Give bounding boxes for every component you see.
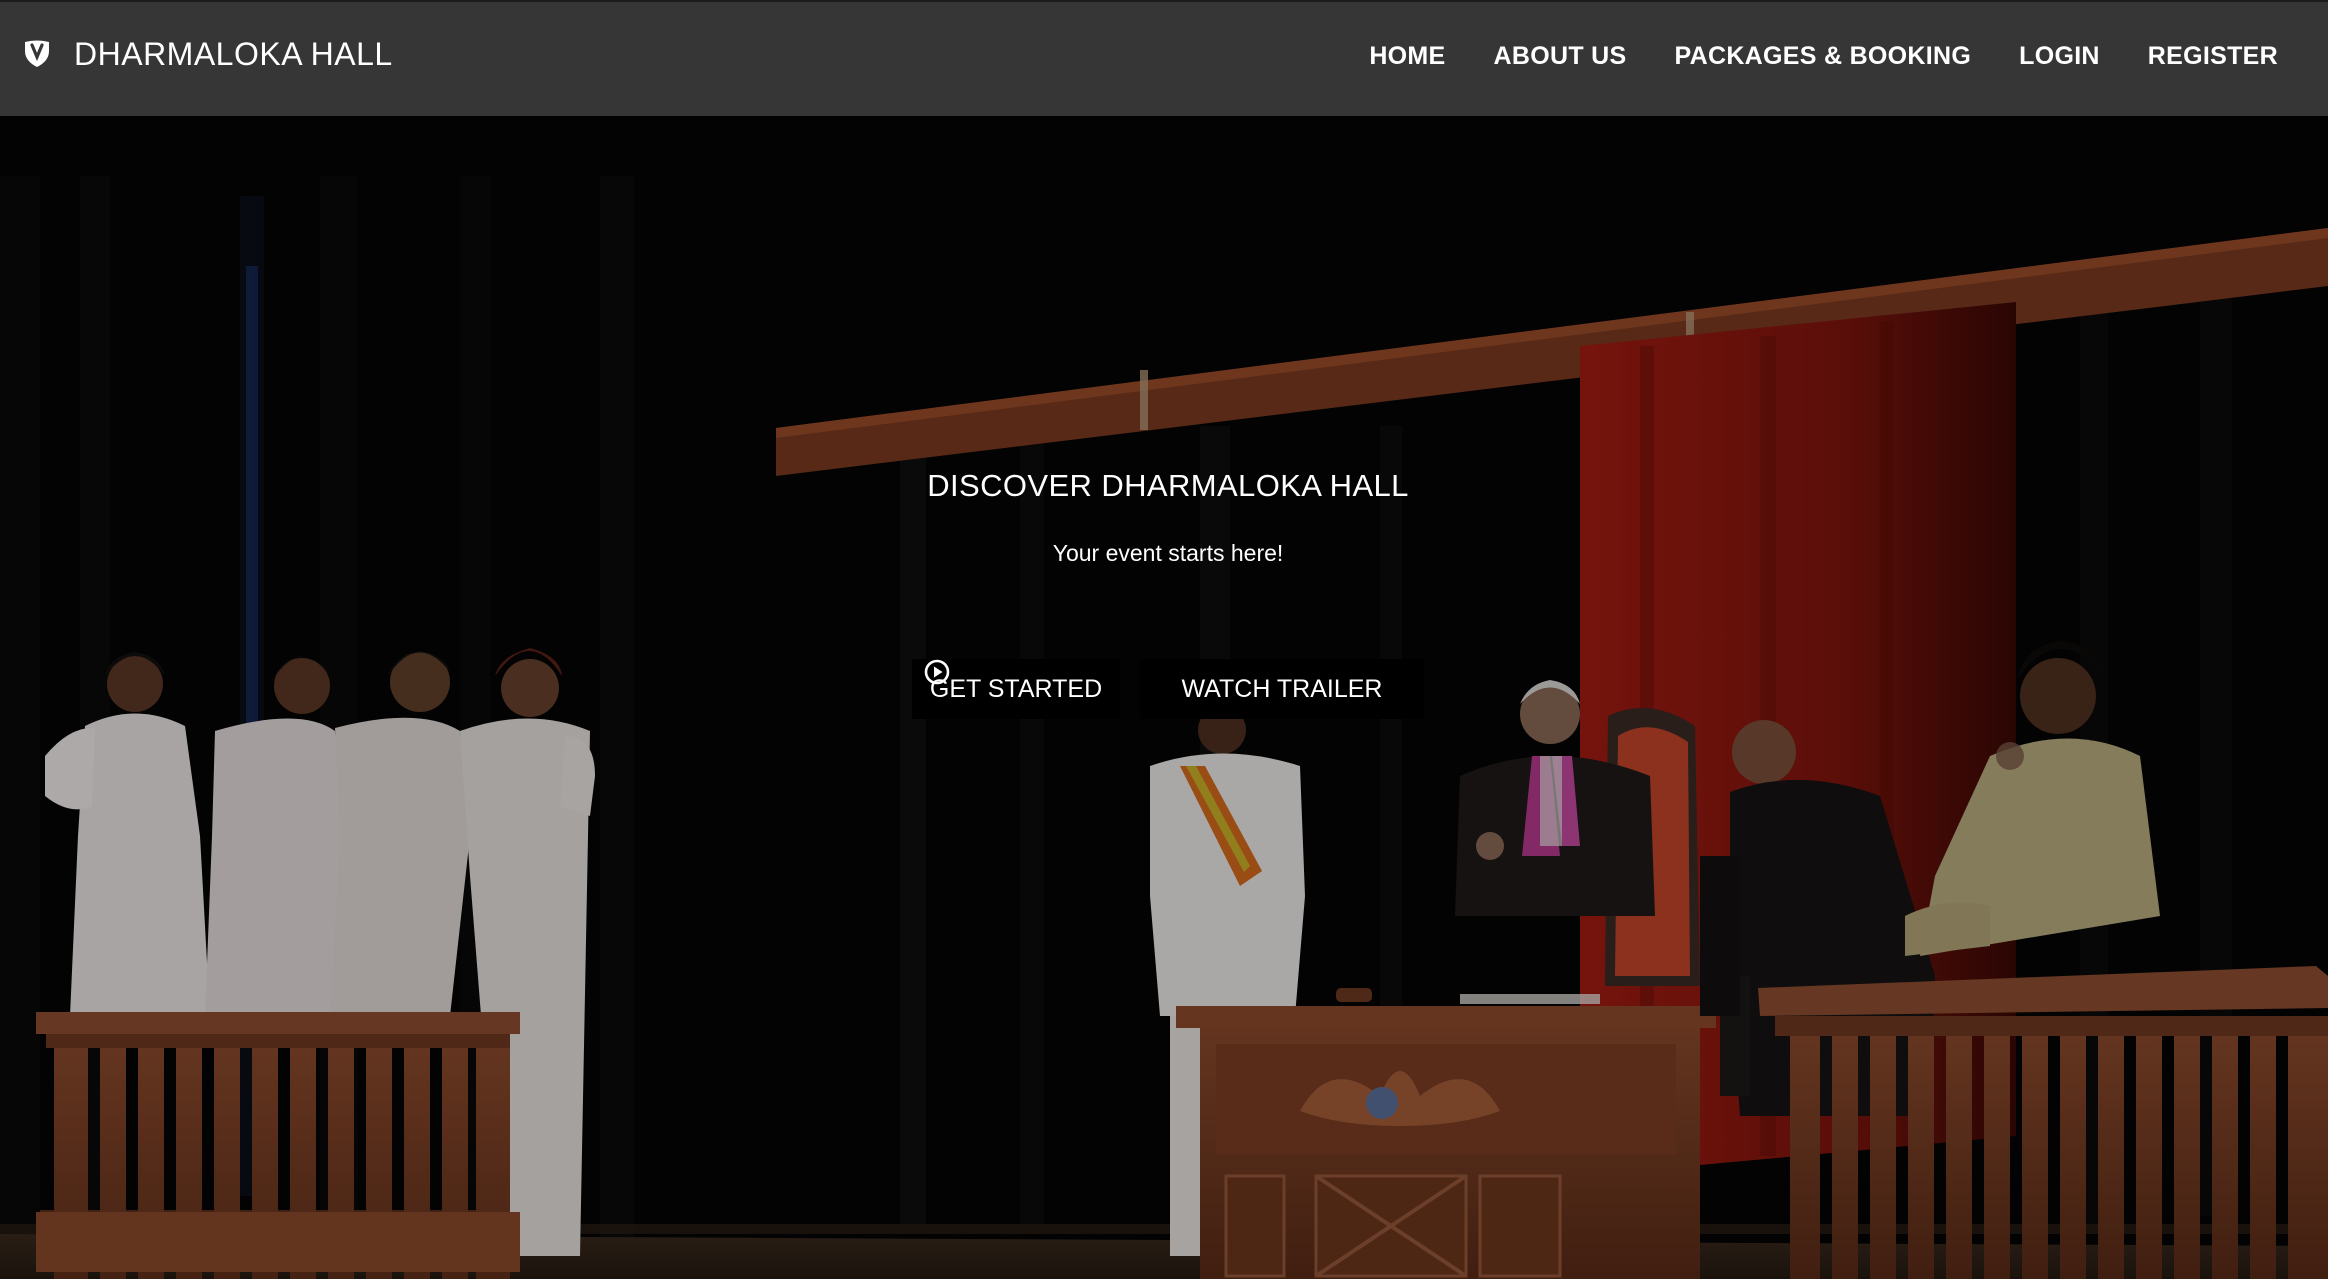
watch-trailer-button[interactable]: WATCH TRAILER [924, 659, 1424, 719]
nav-home-link[interactable]: HOME [1369, 42, 1445, 71]
nav-login-link[interactable]: LOGIN [2019, 42, 2100, 71]
play-circle-icon [924, 659, 950, 685]
nav-packages-booking-link[interactable]: PACKAGES & BOOKING [1675, 42, 1972, 71]
top-navbar: DHARMALOKA HALL HOME ABOUT US PACKAGES &… [0, 0, 2328, 116]
watch-trailer-label: WATCH TRAILER [1181, 674, 1383, 703]
hero-section: DISCOVER DHARMALOKA HALL Your event star… [0, 116, 2328, 1279]
judge-desk [1176, 988, 1716, 1279]
nav-register-link[interactable]: REGISTER [2148, 42, 2278, 71]
get-started-label: GET STARTED [929, 674, 1103, 703]
nav-about-link[interactable]: ABOUT US [1494, 42, 1627, 71]
brand-title: DHARMALOKA HALL [74, 35, 393, 72]
brand-logo-link[interactable]: DHARMALOKA HALL [22, 32, 393, 76]
left-actors [36, 648, 595, 1279]
hero-button-group: GET STARTED WATCH TRAILER [912, 659, 1424, 719]
nav-menu: HOME ABOUT US PACKAGES & BOOKING LOGIN R… [1369, 42, 2278, 71]
page: DHARMALOKA HALL HOME ABOUT US PACKAGES &… [0, 0, 2328, 1279]
pin-shield-icon [25, 40, 49, 67]
